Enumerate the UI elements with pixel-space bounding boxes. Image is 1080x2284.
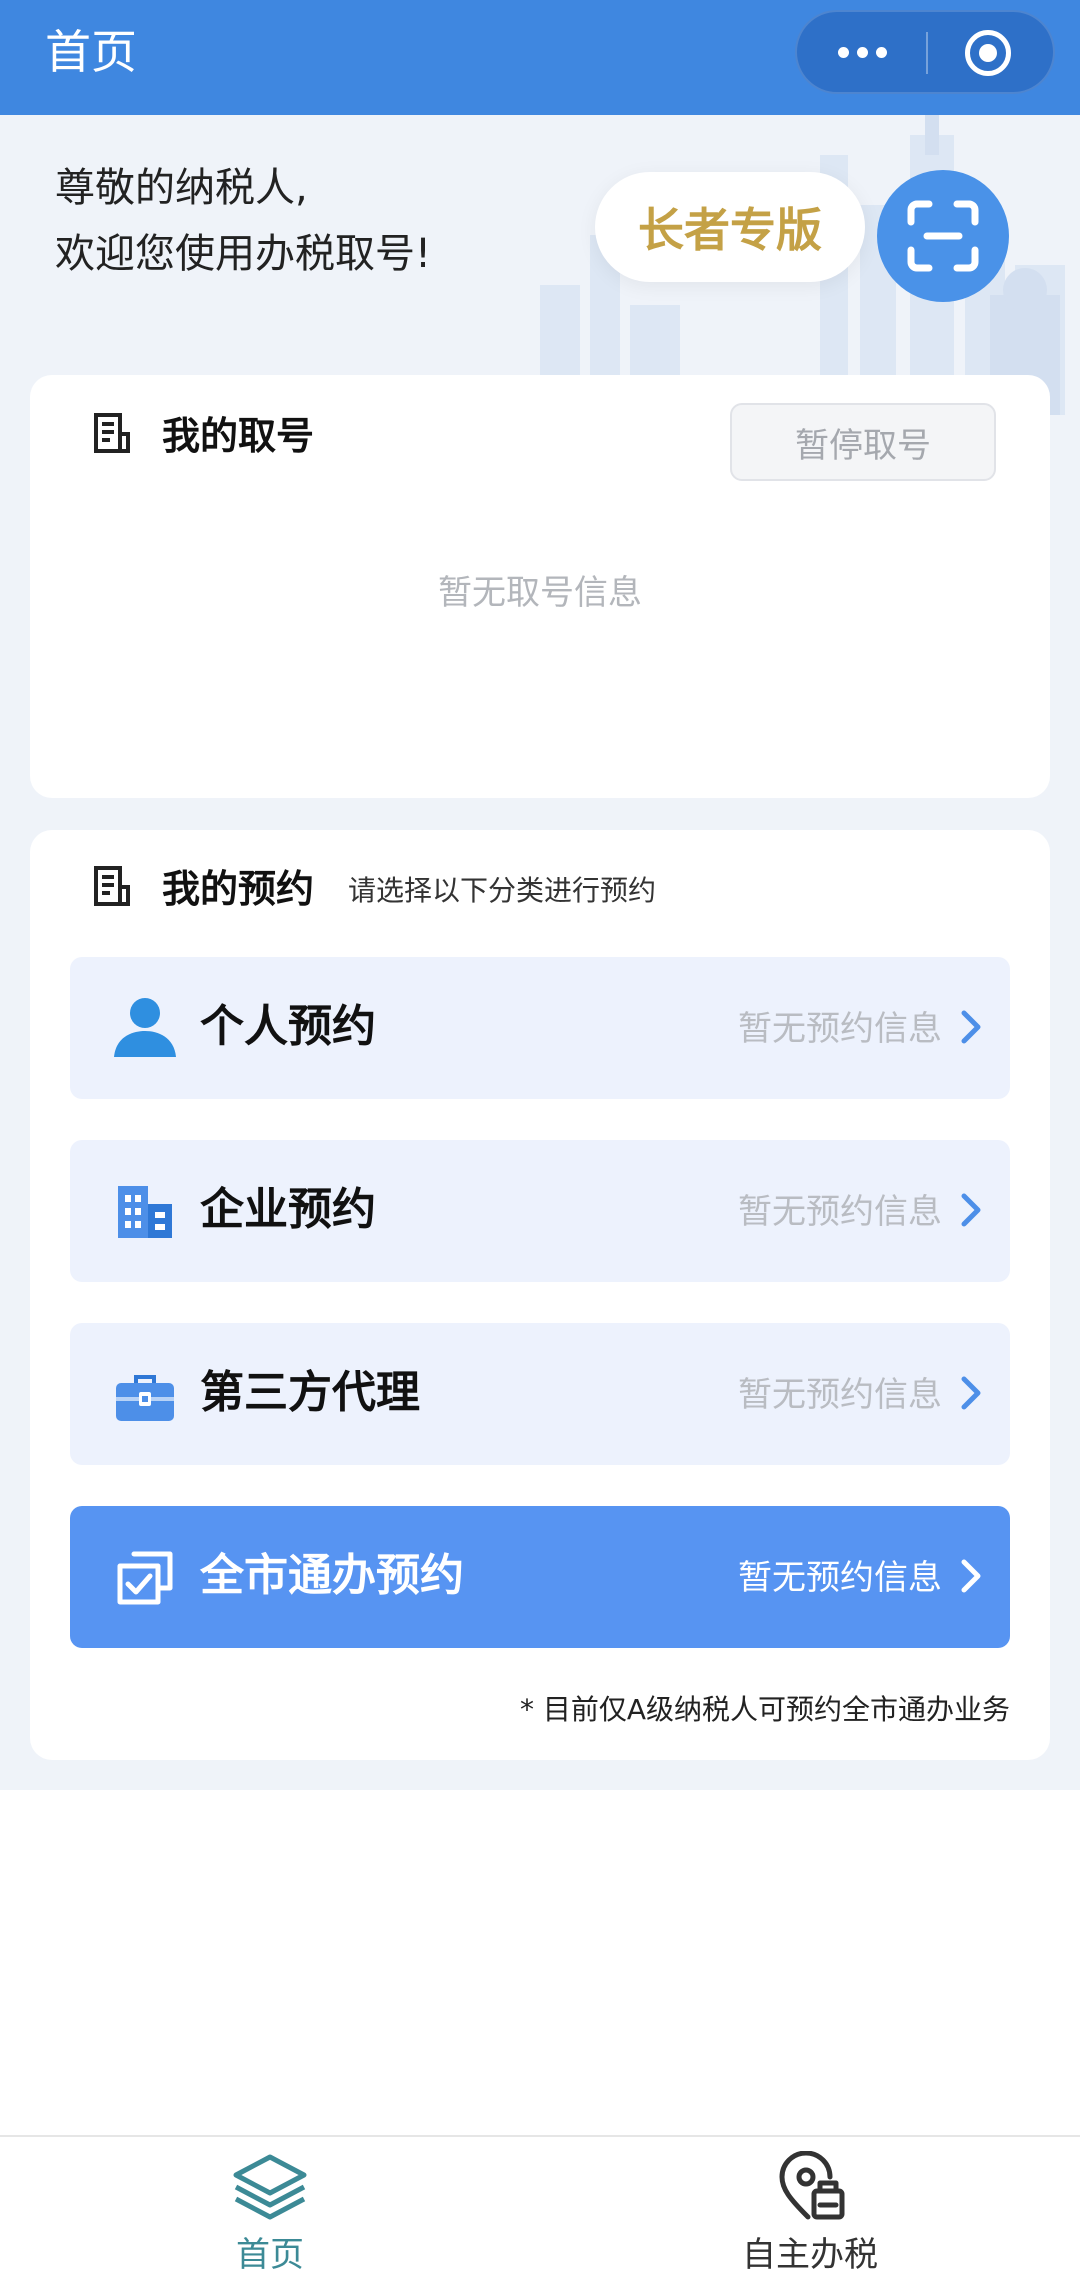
- appointment-item-citywide[interactable]: 全市通办预约 暂无预约信息: [70, 1506, 1010, 1648]
- my-appointment-card: 我的预约 请选择以下分类进行预约 个人预约 暂无预约信息 企业预约 暂无预约信息: [30, 830, 1050, 1760]
- chevron-right-icon: [961, 1193, 981, 1227]
- appointment-item-label: 第三方代理: [200, 1367, 420, 1418]
- elder-mode-button[interactable]: 长者专版: [595, 172, 865, 282]
- appointment-item-status: 暂无预约信息: [738, 1192, 942, 1232]
- tab-home-label: 首页: [236, 2235, 304, 2275]
- page-title: 首页: [45, 25, 137, 79]
- person-icon: [114, 998, 176, 1057]
- appointment-item-status: 暂无预约信息: [738, 1009, 942, 1049]
- document-icon: [94, 865, 130, 906]
- appointment-item-third-party[interactable]: 第三方代理 暂无预约信息: [70, 1323, 1010, 1465]
- chevron-right-icon: [961, 1376, 981, 1410]
- briefcase-icon: [116, 1375, 174, 1421]
- queue-card-title: 我的取号: [162, 414, 315, 458]
- top-navbar: 首页: [0, 0, 1080, 115]
- target-close-icon[interactable]: [965, 30, 1011, 76]
- more-dots-icon[interactable]: [797, 12, 927, 92]
- greeting-line-2: 欢迎您使用办税取号!: [55, 231, 432, 277]
- appointment-card-title: 我的预约: [162, 867, 315, 911]
- greeting-line-1: 尊敬的纳税人,: [55, 165, 308, 211]
- appointment-item-personal[interactable]: 个人预约 暂无预约信息: [70, 957, 1010, 1099]
- location-print-icon: [779, 2151, 845, 2220]
- appointment-item-label: 个人预约: [200, 1001, 376, 1052]
- citywide-footnote: * 目前仅A级纳税人可预约全市通办业务: [519, 1693, 1010, 1726]
- appointment-item-status: 暂无预约信息: [738, 1558, 942, 1598]
- layers-icon: [233, 2154, 307, 2220]
- greeting: 尊敬的纳税人, 欢迎您使用办税取号!: [55, 155, 431, 287]
- bottom-tab-bar: 首页 自主办税: [0, 2135, 1080, 2284]
- appointment-card-subtitle: 请选择以下分类进行预约: [348, 873, 657, 907]
- appointment-item-status: 暂无预约信息: [738, 1375, 942, 1415]
- appointment-card-header: 我的预约 请选择以下分类进行预约: [92, 858, 656, 913]
- chevron-right-icon: [961, 1559, 981, 1593]
- tab-home[interactable]: 首页: [120, 2151, 420, 2281]
- chevron-right-icon: [961, 1010, 981, 1044]
- tab-self-service-label: 自主办税: [742, 2235, 878, 2275]
- building-icon: [118, 1186, 172, 1238]
- my-queue-card: 我的取号 暂停取号 暂无取号信息: [30, 375, 1050, 798]
- appointment-item-label: 企业预约: [200, 1184, 376, 1235]
- appointment-item-enterprise[interactable]: 企业预约 暂无预约信息: [70, 1140, 1010, 1282]
- appointment-item-label: 全市通办预约: [200, 1550, 464, 1601]
- queue-card-header: 我的取号: [92, 405, 314, 460]
- queue-empty-text: 暂无取号信息: [438, 573, 642, 613]
- scan-icon: [907, 200, 979, 272]
- mini-program-capsule: [795, 10, 1055, 94]
- citywide-check-icon: [117, 1551, 173, 1605]
- tab-self-service[interactable]: 自主办税: [660, 2151, 960, 2281]
- pause-queue-button[interactable]: 暂停取号: [730, 403, 996, 481]
- document-icon: [94, 412, 130, 453]
- capsule-divider: [926, 32, 928, 74]
- scan-button[interactable]: [877, 170, 1009, 302]
